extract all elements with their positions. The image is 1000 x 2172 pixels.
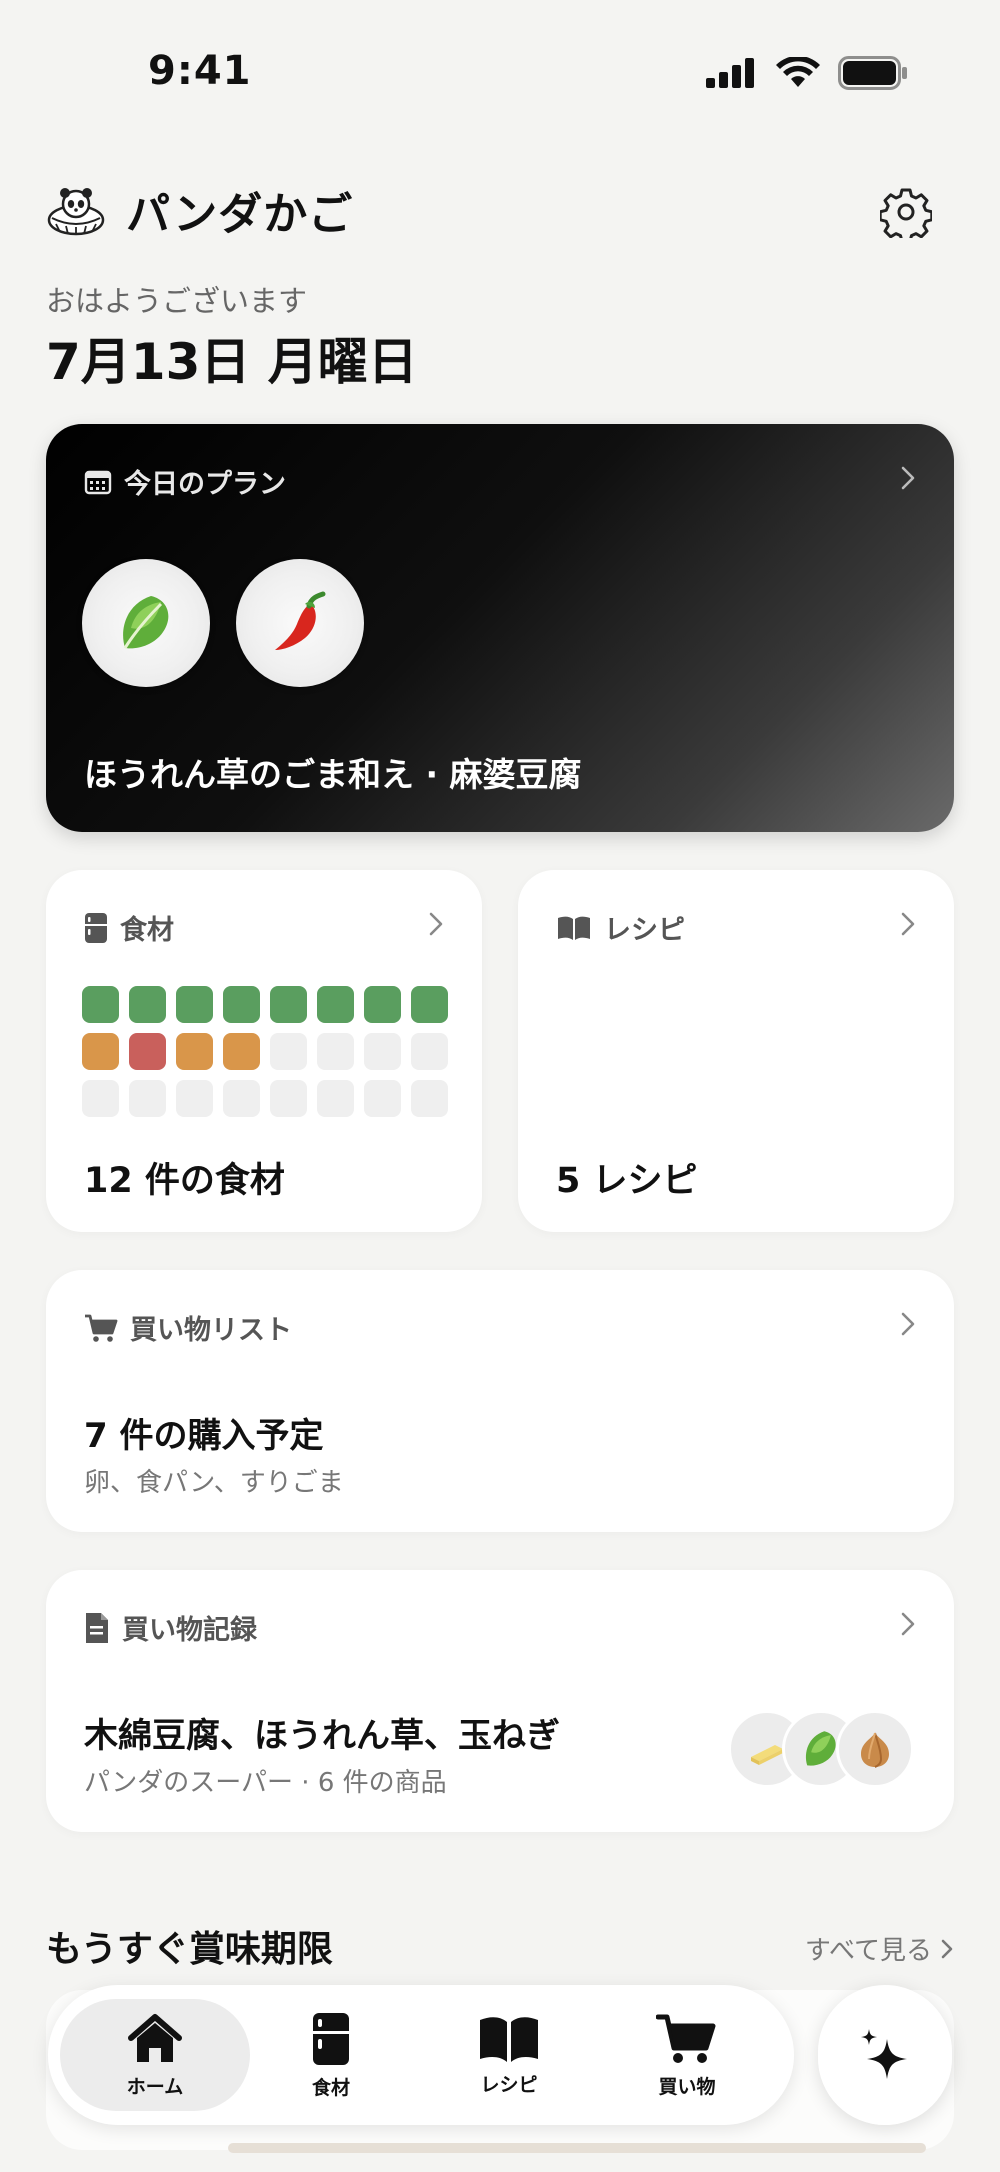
shopping-list-heading: 買い物リスト [130,1315,292,1346]
ingredient-cell-red [129,1033,166,1070]
ingredient-cell-empty [411,1033,448,1070]
card-header: 買い物リスト [84,1308,292,1347]
card-header: 食材 [84,908,174,947]
signal-icon [706,58,754,88]
ingredient-cell-green [411,986,448,1023]
ingredients-count: 12 件の食材 [84,1161,285,1201]
ingredient-freshness-grid [82,986,448,1117]
tab-label: ホーム [126,2075,184,2098]
tab-home[interactable]: ホーム [60,1999,250,2111]
ingredient-cell-empty [176,1080,213,1117]
ingredient-cell-empty [270,1080,307,1117]
chevron-right-icon [901,1612,915,1636]
app-header: パンダかご [46,180,932,240]
fridge-icon [85,912,107,943]
thumbnail [836,1710,914,1788]
ingredient-cell-empty [223,1080,260,1117]
card-header: 買い物記録 [84,1608,257,1647]
cart-icon [85,1314,118,1342]
expiring-section-title: もうすぐ賞味期限 [46,1929,333,1970]
recipes-heading: レシピ [604,915,685,946]
fridge-icon [313,2012,349,2065]
chili-pepper-icon [275,591,326,650]
home-icon [128,2013,182,2062]
home-indicator [228,2143,926,2153]
shopping-list-title: 7 件の購入予定 [84,1416,324,1456]
chevron-right-icon [901,466,915,490]
dish-plate [236,559,364,687]
card-header: 今日のプラン [84,462,286,501]
ingredients-card[interactable]: 食材 12 件の食材 [46,870,482,1232]
tab-shopping[interactable]: 買い物 [612,1999,762,2111]
ingredient-cell-green [82,986,119,1023]
ingredient-cell-orange [82,1033,119,1070]
panda-basket-logo-icon [47,188,105,236]
chevron-right-icon [901,1312,915,1336]
recipes-count: 5 レシピ [556,1161,698,1201]
status-bar: 9:41 [0,0,1000,140]
gear-icon[interactable] [880,186,932,238]
tab-label: 食材 [311,2076,350,2099]
ingredient-cell-green [176,986,213,1023]
shopping-list-card[interactable]: 買い物リスト 7 件の購入予定 卵、食パン、すりごま [46,1270,954,1532]
dish-plate [82,559,210,687]
plan-menu-text: ほうれん草のごま和え · 麻婆豆腐 [84,755,582,794]
date-title: 7月13日 月曜日 [46,333,418,391]
purchase-history-card[interactable]: 買い物記録 木綿豆腐、ほうれん草、玉ねぎ パンダのスーパー · 6 件の商品 [46,1570,954,1832]
purchase-thumbnails [728,1710,918,1790]
card-header: レシピ [556,908,685,947]
chevron-right-icon [941,1939,953,1958]
chevron-right-icon [901,912,915,936]
ingredient-cell-green [223,986,260,1023]
ingredient-cell-green [364,986,401,1023]
app-title: パンダかご [126,189,354,240]
ingredient-cell-empty [317,1033,354,1070]
ingredient-cell-empty [317,1080,354,1117]
ingredient-cell-empty [411,1080,448,1117]
plan-heading: 今日のプラン [124,469,286,500]
status-icons [706,56,908,90]
ingredient-cell-empty [364,1033,401,1070]
receipt-icon [86,1612,108,1643]
wifi-icon [776,57,820,87]
cart-icon [656,2014,716,2063]
ingredient-cell-orange [176,1033,213,1070]
ingredient-cell-empty [82,1080,119,1117]
greeting-text: おはようございます [46,284,308,318]
tab-ingredients[interactable]: 食材 [256,1999,406,2111]
tab-bar: ホーム 食材 レシピ 買い物 [48,1985,794,2125]
purchase-history-title: 木綿豆腐、ほうれん草、玉ねぎ [84,1716,560,1756]
purchase-history-sub: パンダのスーパー · 6 件の商品 [84,1768,447,1798]
ingredient-cell-empty [129,1080,166,1117]
ingredients-heading: 食材 [120,915,174,946]
today-plan-card[interactable]: 今日のプラン ほうれん草のごま和え · 麻婆豆腐 [46,424,954,832]
ingredient-cell-green [270,986,307,1023]
status-time: 9:41 [148,48,252,94]
ingredient-cell-empty [270,1033,307,1070]
battery-icon [838,56,907,90]
ingredient-cell-orange [223,1033,260,1070]
sparkle-icon [861,2029,907,2079]
chevron-right-icon [429,912,443,936]
tab-label: 買い物 [658,2075,716,2098]
ingredient-cell-green [317,986,354,1023]
book-icon [480,2016,538,2062]
ai-assistant-button[interactable] [818,1985,952,2125]
see-all-link[interactable]: すべて見る [805,1930,954,1967]
book-icon [558,916,590,940]
onion-icon [861,1732,889,1768]
shopping-list-items: 卵、食パン、すりごま [84,1468,344,1498]
purchase-history-heading: 買い物記録 [122,1615,257,1646]
recipes-card[interactable]: レシピ 5 レシピ [518,870,954,1232]
see-all-label: すべて見る [804,1936,932,1966]
spinach-icon [123,596,169,649]
ingredient-cell-empty [364,1080,401,1117]
calendar-icon [84,470,112,494]
tab-recipes[interactable]: レシピ [434,1999,584,2111]
tab-label: レシピ [480,2073,538,2096]
ingredient-cell-green [129,986,166,1023]
